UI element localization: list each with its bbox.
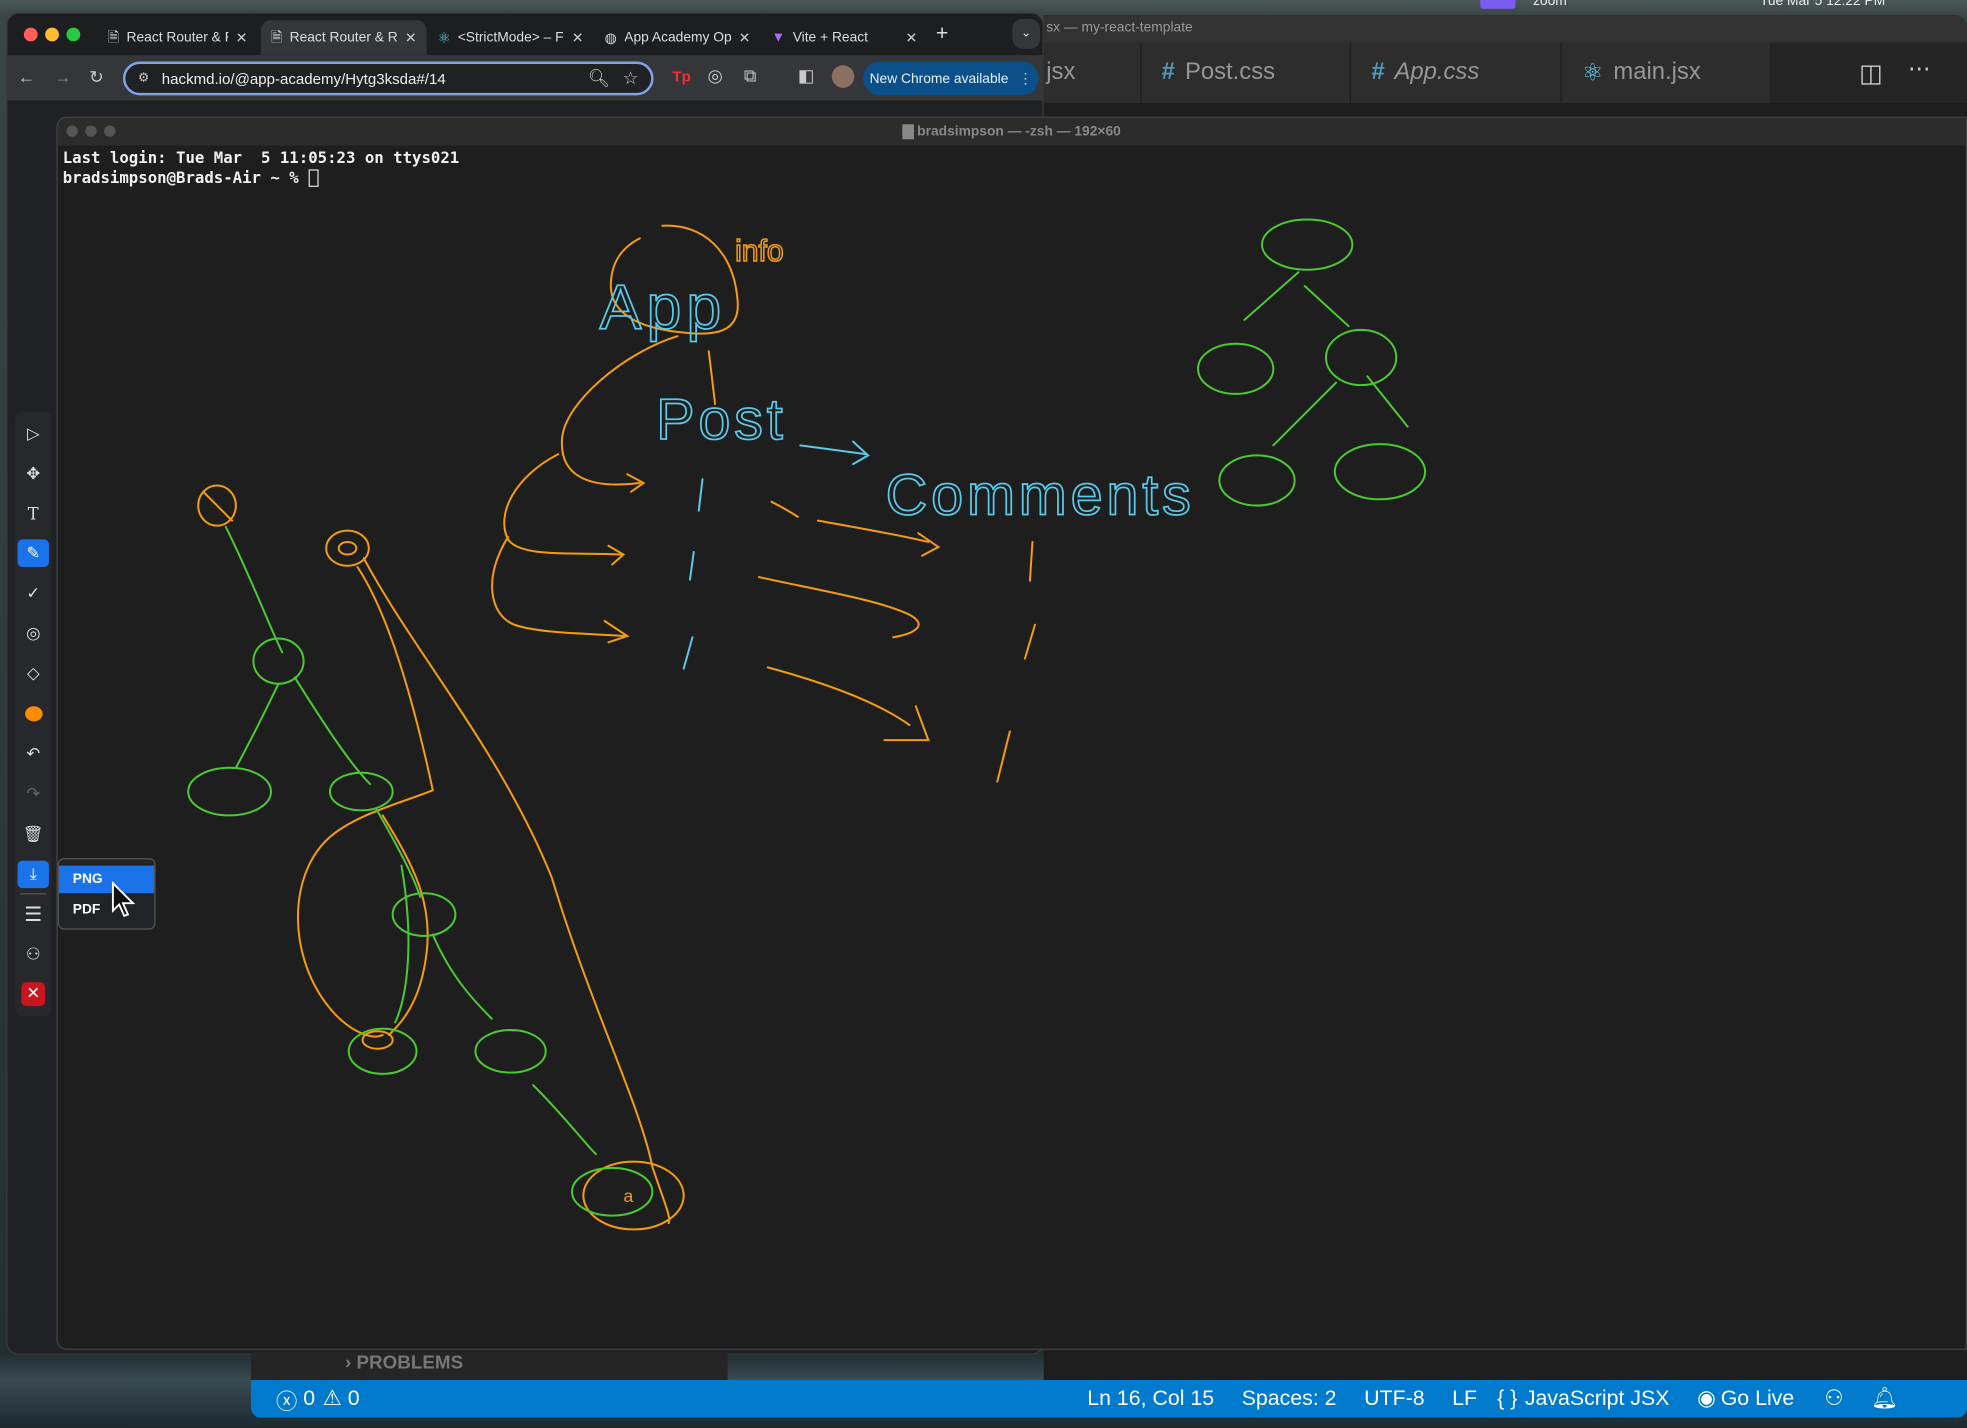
arrow-stroke [766, 666, 930, 742]
handwritten-comments: Comments [886, 463, 1195, 527]
undo-icon[interactable]: ↶ [18, 740, 49, 768]
dash [682, 478, 704, 670]
user-shield-icon[interactable]: ⚇ [18, 941, 49, 969]
green-strokes [187, 218, 1427, 1217]
tree-node [1261, 218, 1354, 271]
select-tool-icon[interactable]: ▷ [18, 420, 49, 448]
orange-color-dot [24, 706, 43, 722]
mouse-cursor-icon [111, 880, 136, 917]
tree-edge [375, 808, 422, 898]
dash [996, 540, 1036, 783]
tree-node [328, 771, 394, 812]
divider [20, 893, 47, 895]
annotation-overlay[interactable]: a App info Post Comments [0, 0, 1967, 1428]
handwritten-info: info [735, 235, 784, 268]
tree-node [1325, 328, 1398, 387]
download-icon[interactable]: ⤓ [17, 860, 49, 889]
menu-icon[interactable]: ☰ [18, 901, 49, 929]
export-pdf-option[interactable]: PDF [59, 896, 154, 924]
tree-node [474, 1028, 547, 1074]
tree-node [1333, 443, 1427, 501]
tree-node [187, 766, 272, 817]
tree-edge [224, 525, 284, 654]
tree-node [337, 540, 358, 556]
export-png-option[interactable]: PNG [58, 865, 155, 894]
tree-edge [431, 933, 493, 1020]
redo-icon[interactable]: ↷ [18, 780, 49, 808]
tree-node [361, 1030, 394, 1050]
drawing-toolbar: ▷ ✥ T ✎ ✓ ◎ ◇ ↶ ↷ 🗑︎ ⤓ ☰ ⚇ ✕ [15, 411, 52, 1017]
laser-pointer-icon[interactable]: ◎ [18, 620, 49, 648]
eraser-icon[interactable]: ◇ [18, 660, 49, 688]
cyan-strokes [682, 440, 870, 670]
tree-edge [293, 676, 372, 786]
close-drawing-icon[interactable]: ✕ [21, 981, 46, 1006]
tree-node [1197, 342, 1275, 395]
arrow-stroke [757, 576, 920, 639]
tree-edge [362, 557, 671, 1225]
handwritten-post: Post [656, 388, 787, 452]
trash-icon[interactable]: 🗑︎ [18, 820, 49, 848]
text-tool-icon[interactable]: T [18, 501, 49, 529]
export-menu: PNG PDF [57, 858, 156, 930]
tree-edge [234, 682, 280, 769]
move-tool-icon[interactable]: ✥ [18, 460, 49, 488]
tree-node [325, 529, 370, 567]
tree-edge [394, 864, 410, 1024]
node-label: a [623, 1186, 633, 1206]
tree-edge [532, 1084, 597, 1156]
orange-strokes: a [197, 224, 1036, 1231]
handwritten-app: App [600, 273, 727, 343]
tree-node [1218, 454, 1296, 507]
pen-tool-icon[interactable]: ✎ [17, 539, 49, 568]
tree-edge [1272, 375, 1409, 447]
tree-edge [1243, 271, 1350, 328]
tree-edge [381, 814, 429, 1036]
color-picker[interactable] [18, 700, 49, 728]
check-tool-icon[interactable]: ✓ [18, 580, 49, 608]
arrow-stroke [503, 453, 626, 566]
stroke [202, 490, 234, 522]
arrow-stroke [799, 440, 870, 466]
